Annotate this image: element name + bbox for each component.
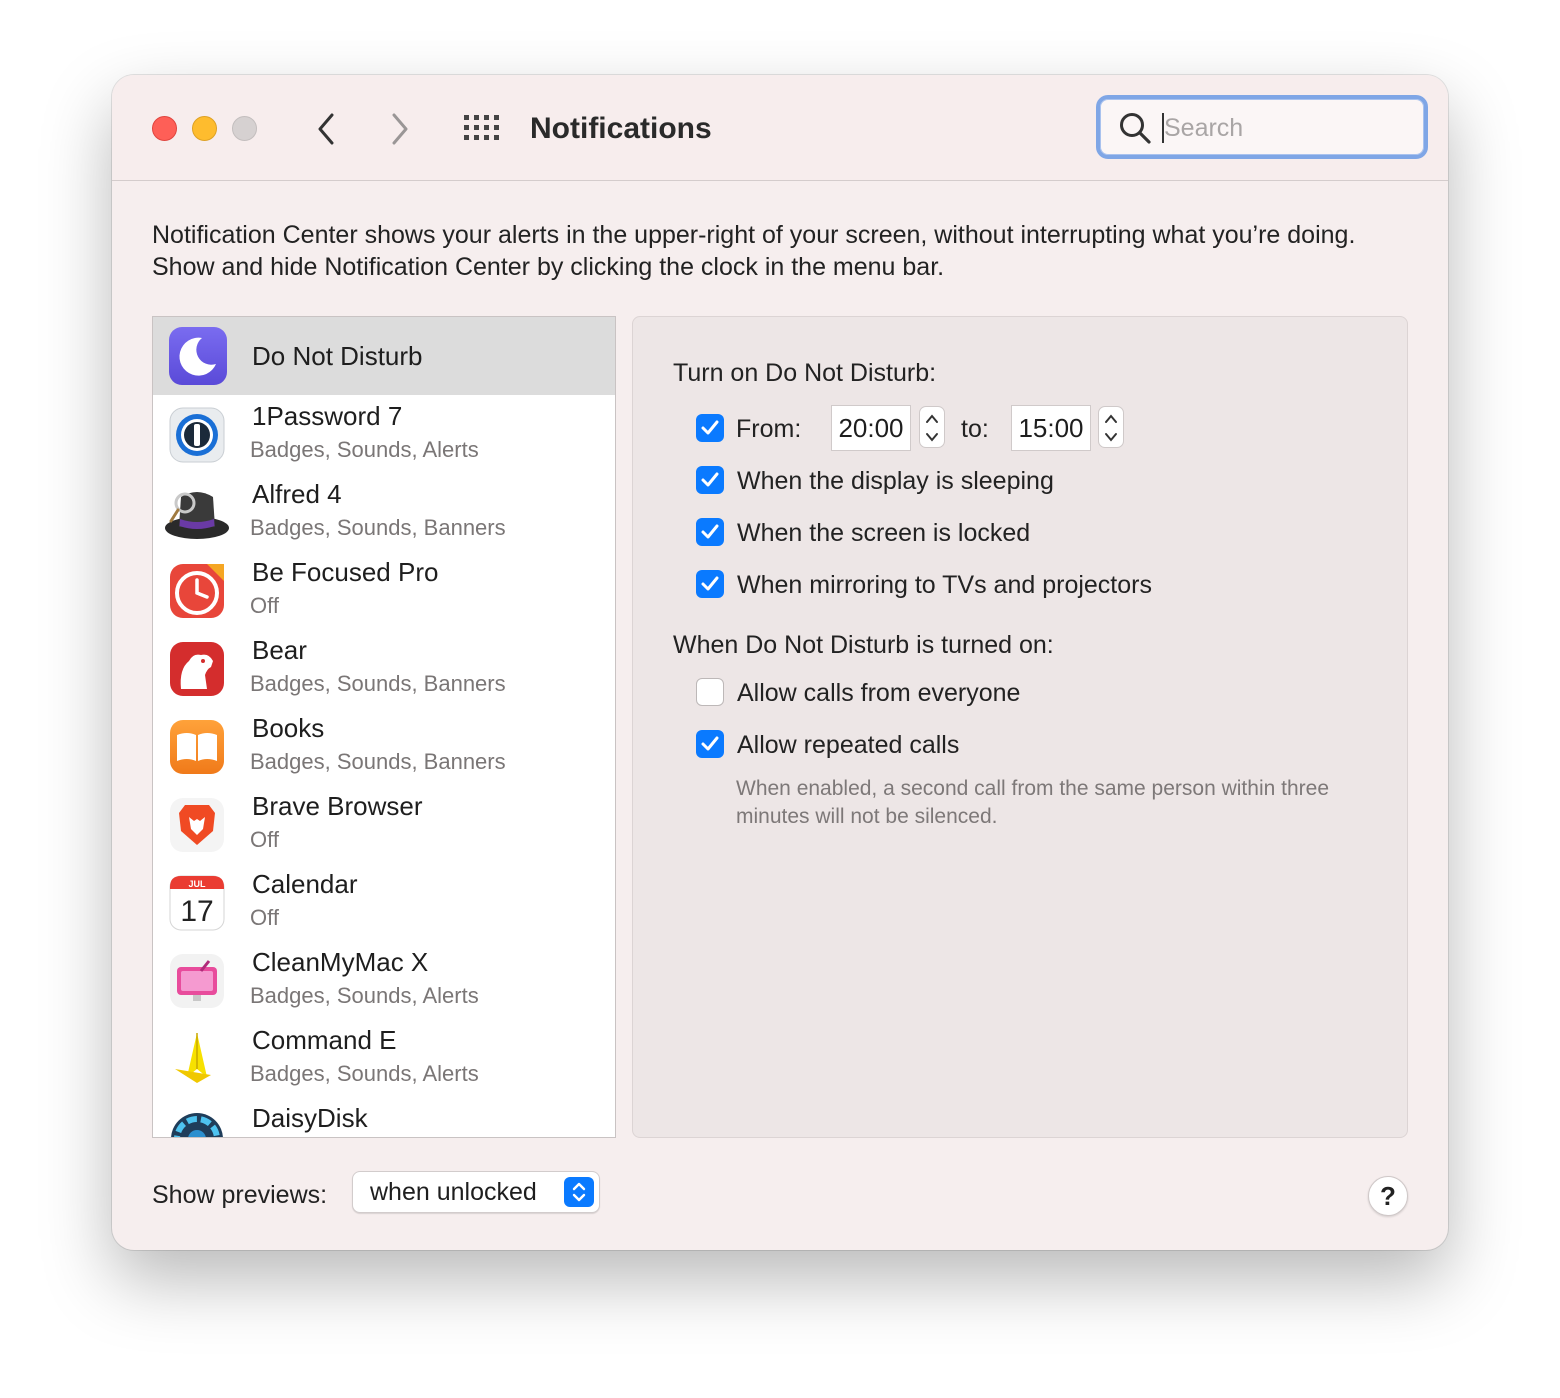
chevron-down-icon: [1105, 433, 1117, 442]
app-name: 1Password 7: [252, 401, 403, 431]
app-name: Bear: [252, 635, 307, 665]
allow-calls-everyone-checkbox[interactable]: [696, 678, 724, 706]
chevron-down-icon: [926, 433, 938, 442]
checkmark-icon: [701, 736, 719, 751]
chevron-right-icon: [392, 113, 408, 145]
list-item-daisydisk[interactable]: DaisyDisk: [153, 1097, 615, 1137]
to-time-field[interactable]: 15:00: [1011, 405, 1091, 451]
calendar-month: JUL: [188, 879, 206, 889]
app-notification-style: Off: [250, 827, 279, 852]
show-previews-select[interactable]: when unlocked: [352, 1171, 600, 1213]
list-item-brave-browser[interactable]: Brave Browser Off: [153, 785, 615, 863]
list-item-alfred[interactable]: Alfred 4 Badges, Sounds, Banners: [153, 473, 615, 551]
chevron-up-icon: [926, 414, 938, 423]
book-icon: [170, 720, 224, 774]
app-name: Calendar: [252, 869, 358, 899]
window-title: Notifications: [530, 112, 712, 145]
app-name: Be Focused Pro: [252, 557, 439, 587]
repeated-calls-note: When enabled, a second call from the sam…: [736, 777, 1329, 828]
1password-icon: [169, 407, 225, 463]
command-e-icon: [175, 1033, 211, 1083]
list-item-do-not-disturb[interactable]: Do Not Disturb: [153, 317, 615, 395]
select-arrows-icon: [564, 1177, 594, 1207]
alfred-hat-icon: [165, 492, 229, 539]
calendar-icon: JUL 17: [169, 875, 225, 931]
app-list[interactable]: Do Not Disturb 1Password 7 Badges, Sound…: [152, 316, 616, 1138]
app-name: CleanMyMac X: [252, 947, 429, 977]
timer-icon: [170, 564, 224, 618]
app-name: Do Not Disturb: [252, 341, 423, 371]
app-notification-style: Badges, Sounds, Alerts: [250, 437, 479, 462]
from-label: From:: [736, 415, 802, 443]
show-all-button[interactable]: [462, 113, 502, 143]
search-field[interactable]: Search: [1096, 95, 1428, 159]
app-notification-style: Badges, Sounds, Banners: [250, 515, 506, 540]
forward-button[interactable]: [382, 109, 418, 149]
description-text: Notification Center shows your alerts in…: [152, 221, 1356, 281]
titlebar: Notifications Search: [112, 75, 1448, 181]
app-name: Alfred 4: [252, 479, 342, 509]
app-name: DaisyDisk: [252, 1103, 368, 1133]
app-notification-style: Off: [250, 905, 279, 930]
help-button[interactable]: ?: [1368, 1176, 1408, 1216]
close-window-button[interactable]: [152, 116, 177, 141]
screen-locked-label: When the screen is locked: [737, 519, 1031, 547]
app-notification-style: Badges, Sounds, Alerts: [250, 1061, 479, 1086]
list-item-command-e[interactable]: Command E Badges, Sounds, Alerts: [153, 1019, 615, 1097]
checkmark-icon: [701, 576, 719, 591]
from-time-stepper[interactable]: [919, 406, 945, 448]
app-name: Brave Browser: [252, 791, 423, 821]
calendar-day: 17: [180, 895, 213, 928]
when-dnd-on-label: When Do Not Disturb is turned on:: [673, 631, 1054, 659]
preferences-window: Notifications Search Notification Center…: [112, 75, 1448, 1250]
do-not-disturb-panel: Turn on Do Not Disturb: From: 20:00 to: …: [632, 316, 1408, 1138]
checkmark-icon: [701, 524, 719, 539]
show-previews-label: Show previews:: [152, 1181, 328, 1209]
app-name: Command E: [252, 1025, 397, 1055]
moon-icon: [169, 327, 227, 385]
list-item-cleanmymac-x[interactable]: CleanMyMac X Badges, Sounds, Alerts: [153, 941, 615, 1019]
allow-calls-everyone-label: Allow calls from everyone: [737, 679, 1021, 707]
minimize-window-button[interactable]: [192, 116, 217, 141]
show-previews-value: when unlocked: [370, 1178, 537, 1206]
search-placeholder: Search: [1164, 114, 1244, 142]
list-item-be-focused-pro[interactable]: Be Focused Pro Off: [153, 551, 615, 629]
display-sleeping-label: When the display is sleeping: [737, 467, 1054, 495]
list-item-books[interactable]: Books Badges, Sounds, Banners: [153, 707, 615, 785]
grid-icon: [464, 115, 499, 140]
chevron-up-icon: [1105, 414, 1117, 423]
daisydisk-icon: [171, 1113, 223, 1137]
app-notification-style: Badges, Sounds, Banners: [250, 749, 506, 774]
from-time-field[interactable]: 20:00: [831, 405, 911, 451]
back-button[interactable]: [308, 109, 344, 149]
search-icon: [1120, 113, 1151, 144]
display-sleeping-checkbox[interactable]: [696, 466, 724, 494]
app-name: Books: [252, 713, 325, 743]
mirroring-checkbox[interactable]: [696, 570, 724, 598]
turn-on-dnd-label: Turn on Do Not Disturb:: [673, 359, 937, 387]
bear-icon: [170, 642, 224, 696]
cleanmymac-icon: [170, 954, 224, 1008]
screen-locked-checkbox[interactable]: [696, 518, 724, 546]
checkmark-icon: [701, 420, 719, 435]
list-item-calendar[interactable]: JUL 17 Calendar Off: [153, 863, 615, 941]
app-notification-style: Badges, Sounds, Alerts: [250, 983, 479, 1008]
chevron-left-icon: [318, 113, 334, 145]
brave-lion-icon: [170, 798, 224, 852]
to-label: to:: [961, 415, 989, 443]
from-checkbox[interactable]: [696, 414, 724, 442]
allow-repeated-calls-label: Allow repeated calls: [737, 731, 960, 759]
allow-repeated-calls-checkbox[interactable]: [696, 730, 724, 758]
app-notification-style: Off: [250, 593, 279, 618]
app-notification-style: Badges, Sounds, Banners: [250, 671, 506, 696]
checkmark-icon: [701, 472, 719, 487]
to-time-stepper[interactable]: [1098, 406, 1124, 448]
list-item-1password[interactable]: 1Password 7 Badges, Sounds, Alerts: [153, 395, 615, 473]
mirroring-label: When mirroring to TVs and projectors: [737, 571, 1152, 599]
zoom-window-button[interactable]: [232, 116, 257, 141]
list-item-bear[interactable]: Bear Badges, Sounds, Banners: [153, 629, 615, 707]
